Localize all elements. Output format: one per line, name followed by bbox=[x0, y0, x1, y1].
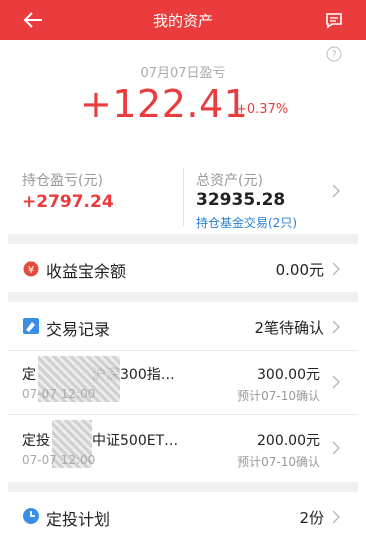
svg-text:¥: ¥ bbox=[28, 265, 34, 276]
balance-value: 0.00元 bbox=[275, 261, 324, 279]
daily-profit: +122.41 bbox=[80, 82, 249, 126]
section-gap bbox=[8, 482, 358, 492]
plan-label[interactable]: 定投计划 bbox=[46, 506, 110, 530]
chevron-right-icon[interactable] bbox=[331, 441, 341, 455]
divider bbox=[8, 414, 358, 415]
transaction-name: 定投 中证500ET… bbox=[22, 433, 179, 449]
plan-value: 2份 bbox=[299, 509, 324, 527]
chevron-right-icon[interactable] bbox=[331, 375, 341, 389]
chevron-right-icon[interactable] bbox=[331, 320, 341, 334]
assets-label: 总资产(元) bbox=[196, 173, 263, 189]
transaction-time: 07-07 12:00 bbox=[22, 453, 96, 467]
profit-date: 07月07日盈亏 bbox=[140, 66, 226, 81]
holdings-value: +2797.24 bbox=[22, 192, 114, 212]
page-title: 我的资产 bbox=[152, 12, 213, 30]
chevron-right-icon[interactable] bbox=[331, 262, 341, 276]
transactions-label[interactable]: 交易记录 bbox=[46, 316, 110, 340]
trade-record-icon bbox=[23, 318, 39, 334]
chevron-right-icon[interactable] bbox=[331, 510, 341, 524]
money-bag-icon: ¥ bbox=[23, 261, 39, 277]
balance-label[interactable]: 收益宝余额 bbox=[46, 258, 126, 282]
transaction-amount: 200.00元 bbox=[257, 433, 320, 449]
holdings-label: 持仓盈亏(元) bbox=[22, 173, 103, 189]
transactions-status: 2笔待确认 bbox=[254, 319, 324, 337]
transaction-amount: 300.00元 bbox=[257, 367, 320, 383]
transaction-time: 07-07 12:00 bbox=[22, 387, 96, 401]
transaction-note: 预计07-10确认 bbox=[237, 455, 320, 469]
svg-text:?: ? bbox=[331, 50, 336, 61]
message-icon[interactable] bbox=[324, 10, 344, 30]
section-gap bbox=[8, 234, 358, 244]
chevron-right-icon[interactable] bbox=[331, 184, 341, 198]
assets-value: 32935.28 bbox=[196, 190, 286, 210]
divider bbox=[8, 350, 358, 351]
section-gap bbox=[8, 292, 358, 302]
clock-icon bbox=[23, 508, 39, 524]
help-icon[interactable]: ? bbox=[326, 46, 342, 62]
daily-percent: +0.37% bbox=[236, 102, 289, 117]
transaction-note: 预计07-10确认 bbox=[237, 389, 320, 403]
stat-divider bbox=[183, 168, 184, 226]
top-bar: 我的资产 bbox=[0, 0, 366, 40]
holdings-link[interactable]: 持仓基金交易(2只) bbox=[196, 214, 297, 231]
